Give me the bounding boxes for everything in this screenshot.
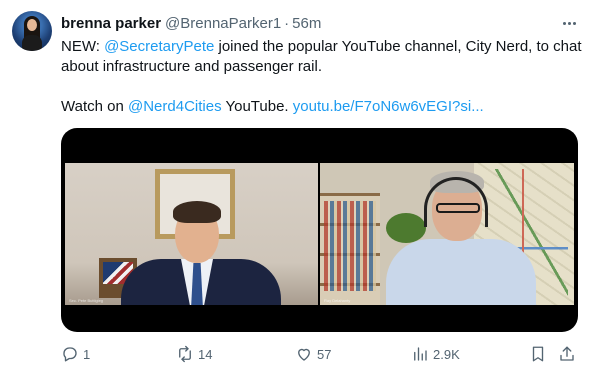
mention-nerd4cities[interactable]: @Nerd4Cities [128,98,222,115]
video-frame-right: Ray Delahanty [320,163,574,305]
bookmark-icon [532,346,544,362]
header-separator: · [284,14,290,32]
author-name[interactable]: brenna parker [61,15,161,32]
text-segment: joined the popular YouTube channel, City… [214,38,582,55]
plant [386,213,426,243]
reply-button[interactable]: 1 [61,343,90,365]
like-button[interactable]: 57 [295,343,331,365]
author-avatar[interactable] [12,11,52,51]
video-thumbnail[interactable]: Sec. Pete Buttigieg Ray Delahanty [61,128,578,332]
avatar-face [27,19,37,31]
retweet-count: 14 [198,346,213,362]
youtube-link[interactable]: youtu.be/F7oN6w6vEGI?si... [293,98,484,115]
person-shirt [386,239,536,305]
person-hair [173,201,221,223]
views-button[interactable]: 2.9K [411,343,460,365]
retweet-icon [179,345,191,363]
books [324,201,376,291]
text-segment: YouTube. [221,98,293,115]
retweet-button[interactable]: 14 [176,343,212,365]
avatar-body [22,35,42,51]
reply-count: 1 [83,346,91,362]
tweet-line-2: about infrastructure and passenger rail. [61,58,322,75]
more-icon[interactable] [559,14,579,32]
tweet-time[interactable]: 56m [292,15,321,32]
caption-left: Sec. Pete Buttigieg [69,298,104,303]
mention-secretarypete[interactable]: @SecretaryPete [104,38,214,55]
tweet-header: brenna parker @BrennaParker1 · 56m [61,13,321,33]
share-icon [560,346,574,361]
like-icon [298,348,310,361]
text-segment: Watch on [61,98,128,115]
views-count: 2.9K [433,346,460,362]
tweet-line-1: NEW: @SecretaryPete joined the popular Y… [61,37,582,57]
reply-icon [63,347,77,362]
video-frame-left: Sec. Pete Buttigieg [65,163,318,305]
bookmark-button[interactable] [529,343,547,365]
share-button[interactable] [558,343,576,365]
tweet-line-4: Watch on @Nerd4Cities YouTube. youtu.be/… [61,97,576,117]
caption-right: Ray Delahanty [324,298,351,303]
text-segment: NEW: [61,38,105,55]
like-count: 57 [317,346,332,362]
tweet-actions: 1 14 57 2.9K [61,343,581,365]
views-icon [414,347,427,361]
tweet-text: NEW: @SecretaryPete joined the popular Y… [61,37,582,117]
author-handle[interactable]: @BrennaParker1 [165,15,281,32]
